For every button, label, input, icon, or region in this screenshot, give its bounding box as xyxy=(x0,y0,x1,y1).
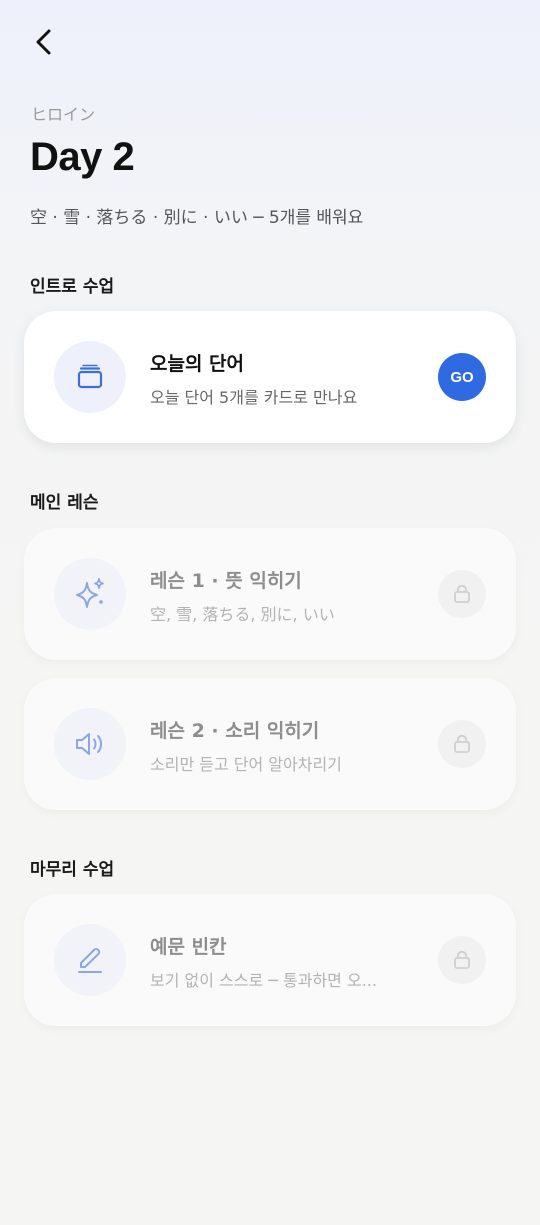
card-subtitle: 空, 雪, 落ちる, 別に, いい xyxy=(150,605,335,624)
section-title-finish: 마무리 수업 xyxy=(30,860,115,880)
card-title: 레슨 1 · 뜻 익히기 xyxy=(150,570,302,592)
lesson-card-today-words[interactable]: 오늘의 단어 오늘 단어 5개를 카드로 만나요 GO xyxy=(24,311,516,443)
lock-badge xyxy=(438,570,486,618)
series-subtitle: ヒロイン xyxy=(31,105,96,124)
lesson-card-fill-blank[interactable]: 예문 빈칸 보기 없이 스스로 ─ 통과하면 오... xyxy=(24,894,516,1026)
card-title: 오늘의 단어 xyxy=(150,353,245,375)
card-subtitle: 소리만 듣고 단어 알아차리기 xyxy=(150,755,342,774)
section-title-intro: 인트로 수업 xyxy=(30,277,115,297)
chevron-left-icon xyxy=(36,29,51,55)
pencil-icon xyxy=(78,948,102,973)
card-title: 예문 빈칸 xyxy=(150,936,227,958)
card-title: 레슨 2 · 소리 익히기 xyxy=(150,720,320,742)
card-icon-circle xyxy=(54,708,126,780)
section-title-main: 메인 레슨 xyxy=(30,493,99,513)
sparkle-icon xyxy=(76,578,104,608)
card-icon-circle xyxy=(54,558,126,630)
lock-icon xyxy=(454,584,470,603)
card-icon-circle xyxy=(54,341,126,413)
lesson-card-meaning[interactable]: 레슨 1 · 뜻 익히기 空, 雪, 落ちる, 別に, いい xyxy=(24,528,516,660)
lock-icon xyxy=(454,950,470,969)
card-subtitle: 오늘 단어 5개를 카드로 만나요 xyxy=(150,388,358,407)
card-subtitle: 보기 없이 스스로 ─ 통과하면 오... xyxy=(150,971,377,990)
card-icon-circle xyxy=(54,924,126,996)
lock-badge xyxy=(438,720,486,768)
page-title: Day 2 xyxy=(30,135,135,179)
lock-badge xyxy=(438,936,486,984)
lesson-card-sound[interactable]: 레슨 2 · 소리 익히기 소리만 듣고 단어 알아차리기 xyxy=(24,678,516,810)
cards-icon xyxy=(77,364,103,389)
speaker-icon xyxy=(76,733,102,755)
lock-icon xyxy=(454,734,470,753)
back-button[interactable] xyxy=(28,26,60,58)
day-description: 空 · 雪 · 落ちる · 別に · いい ─ 5개를 배워요 xyxy=(30,208,364,228)
go-button[interactable]: GO xyxy=(438,353,486,401)
